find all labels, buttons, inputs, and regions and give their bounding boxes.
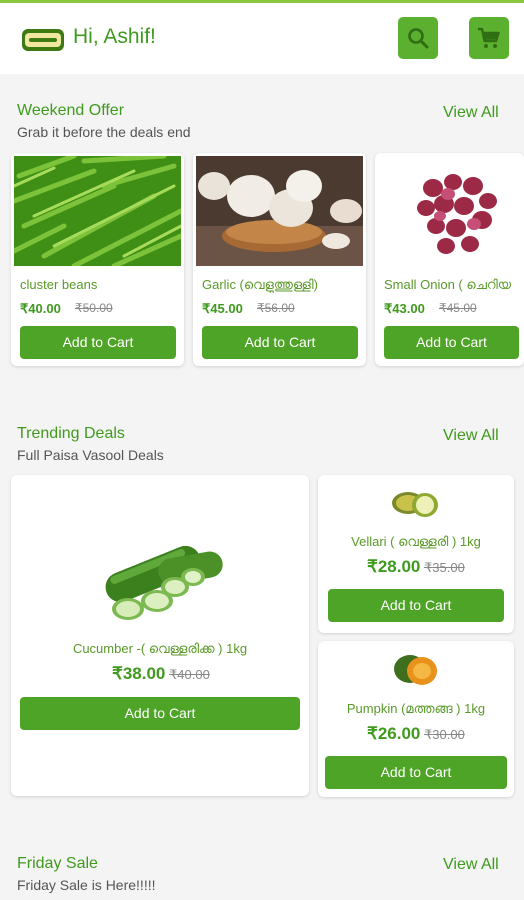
add-to-cart-button[interactable]: Add to Cart — [325, 756, 507, 789]
product-name: Vellari ( വെള്ളരി ) 1kg — [351, 534, 481, 549]
add-to-cart-button[interactable]: Add to Cart — [328, 589, 504, 622]
small-onion-image — [378, 156, 524, 266]
product-name: Cucumber -( വെള്ളരിക്ക ) 1kg — [72, 641, 248, 656]
product-old-price: ₹40.00 — [169, 667, 210, 682]
product-card-cucumber[interactable]: Cucumber -( വെള്ളരിക്ക ) 1kg ₹38.00 ₹40.… — [11, 475, 309, 796]
product-card-small-onion[interactable]: Small Onion ( ചെറിയ ₹43.00 ₹45.00 Add to… — [375, 153, 524, 366]
product-card-garlic[interactable]: Garlic (വെളുത്തുള്ളി) ₹45.00 ₹56.00 Add … — [193, 153, 366, 366]
app-header: Hi, Ashif! — [0, 3, 524, 74]
weekend-view-all-link[interactable]: View All — [443, 104, 499, 122]
add-to-cart-button[interactable]: Add to Cart — [20, 326, 176, 359]
trending-deals-subtitle: Full Paisa Vasool Deals — [17, 447, 164, 463]
add-to-cart-button[interactable]: Add to Cart — [202, 326, 358, 359]
cucumber-image — [103, 537, 228, 632]
search-icon — [408, 28, 429, 49]
product-name: Pumpkin (മത്തങ്ങ ) 1kg — [346, 701, 486, 716]
add-to-cart-button[interactable]: Add to Cart — [20, 697, 300, 730]
product-price: ₹38.00 — [112, 664, 166, 683]
product-card-vellari[interactable]: Vellari ( വെള്ളരി ) 1kg ₹28.00 ₹35.00 Ad… — [318, 475, 514, 633]
product-price: ₹45.00 — [202, 301, 243, 316]
cart-button[interactable] — [469, 17, 509, 59]
product-name: Garlic (വെളുത്തുള്ളി) — [202, 277, 318, 292]
weekend-offer-subtitle: Grab it before the deals end — [17, 124, 191, 140]
product-old-price: ₹56.00 — [257, 301, 295, 315]
product-price: ₹28.00 — [367, 557, 421, 576]
product-old-price: ₹35.00 — [424, 560, 465, 575]
trending-deals-title: Trending Deals — [17, 425, 125, 442]
add-to-cart-button[interactable]: Add to Cart — [384, 326, 519, 359]
product-price: ₹40.00 — [20, 301, 61, 316]
product-old-price: ₹50.00 — [75, 301, 113, 315]
product-name: cluster beans — [20, 277, 98, 292]
trending-view-all-link[interactable]: View All — [443, 427, 499, 445]
friday-sale-title: Friday Sale — [17, 855, 98, 872]
brand-logo — [22, 29, 64, 51]
product-price: ₹26.00 — [367, 724, 421, 743]
garlic-image — [196, 156, 363, 266]
cluster-beans-image — [14, 156, 181, 266]
vellari-image — [390, 487, 440, 519]
product-name: Small Onion ( ചെറിയ — [384, 277, 512, 292]
weekend-offer-title: Weekend Offer — [17, 102, 125, 119]
product-card-cluster-beans[interactable]: cluster beans ₹40.00 ₹50.00 Add to Cart — [11, 153, 184, 366]
product-price: ₹43.00 — [384, 301, 425, 316]
product-card-pumpkin[interactable]: Pumpkin (മത്തങ്ങ ) 1kg ₹26.00 ₹30.00 Add… — [318, 641, 514, 797]
friday-view-all-link[interactable]: View All — [443, 856, 499, 874]
friday-sale-subtitle: Friday Sale is Here!!!!! — [17, 877, 156, 893]
cart-icon — [478, 27, 500, 48]
search-button[interactable] — [398, 17, 438, 59]
greeting-text: Hi, Ashif! — [73, 25, 156, 48]
pumpkin-image — [392, 651, 440, 687]
product-old-price: ₹45.00 — [439, 301, 477, 315]
product-old-price: ₹30.00 — [424, 727, 465, 742]
